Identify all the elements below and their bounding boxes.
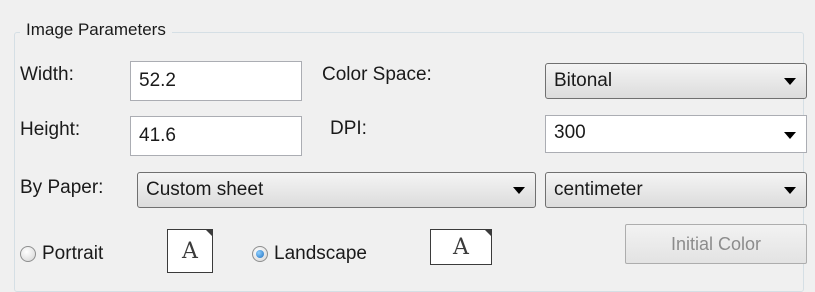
chevron-down-icon — [784, 187, 796, 194]
portrait-radio[interactable]: Portrait — [20, 243, 103, 265]
dpi-label: DPI: — [330, 118, 367, 139]
paper-select[interactable]: Custom sheet — [137, 172, 536, 208]
dpi-value: 300 — [554, 122, 586, 143]
chevron-down-icon — [513, 187, 525, 194]
portrait-label: Portrait — [42, 243, 104, 264]
paper-value: Custom sheet — [146, 179, 264, 200]
dpi-select[interactable]: 300 — [545, 115, 807, 153]
height-input[interactable]: 41.6 — [130, 116, 302, 156]
color-space-label: Color Space: — [322, 64, 432, 85]
radio-unchecked-icon — [20, 246, 36, 262]
group-title: Image Parameters — [20, 20, 172, 40]
portrait-page-icon: A — [167, 229, 213, 273]
landscape-radio[interactable]: Landscape — [252, 243, 367, 265]
color-space-select[interactable]: Bitonal — [545, 63, 807, 99]
chevron-down-icon — [784, 78, 796, 85]
width-label: Width: — [20, 64, 74, 85]
by-paper-label: By Paper: — [20, 177, 104, 198]
unit-value: centimeter — [554, 179, 643, 200]
landscape-page-icon: A — [430, 229, 492, 265]
radio-checked-icon — [252, 246, 268, 262]
unit-select[interactable]: centimeter — [545, 172, 807, 208]
landscape-label: Landscape — [274, 243, 367, 264]
height-label: Height: — [20, 119, 81, 140]
chevron-down-icon — [784, 132, 796, 139]
color-space-value: Bitonal — [554, 70, 613, 91]
initial-color-button[interactable]: Initial Color — [625, 224, 807, 264]
width-input[interactable]: 52.2 — [130, 61, 302, 101]
